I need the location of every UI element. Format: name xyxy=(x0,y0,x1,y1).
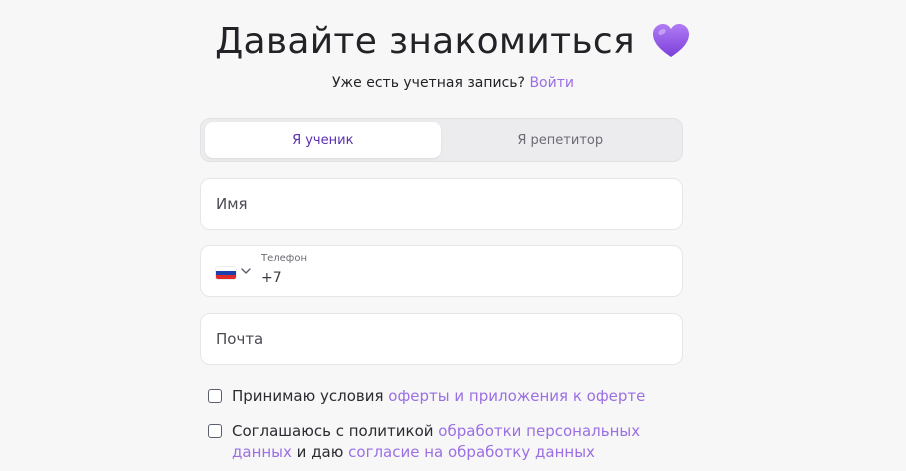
phone-label: Телефон xyxy=(261,253,308,264)
offer-agreement-text: Принимаю условия оферты и приложения к о… xyxy=(232,386,645,407)
data-consent-link[interactable]: согласие на обработку данных xyxy=(348,443,595,461)
privacy-checkbox[interactable] xyxy=(208,424,222,438)
offer-text: Принимаю условия xyxy=(232,387,389,405)
phone-input[interactable]: +7 xyxy=(261,270,282,286)
purple-heart-icon xyxy=(652,24,689,57)
role-tabs: Я ученик Я репетитор xyxy=(200,118,683,162)
privacy-agreement-text: Соглашаюсь с политикой обработки персона… xyxy=(232,421,678,463)
russia-flag-icon[interactable] xyxy=(216,267,236,279)
email-placeholder: Почта xyxy=(216,330,264,348)
offer-agreement-row: Принимаю условия оферты и приложения к о… xyxy=(208,386,645,407)
registration-page: Давайте знакомиться Уже есть учетная зап… xyxy=(0,0,906,471)
title-row: Давайте знакомиться xyxy=(0,16,906,68)
privacy-text: Соглашаюсь с политикой xyxy=(232,422,439,440)
login-prompt-row: Уже есть учетная запись? Войти xyxy=(0,75,906,91)
page-title: Давайте знакомиться xyxy=(215,21,635,62)
tab-tutor[interactable]: Я репетитор xyxy=(443,122,679,158)
phone-field[interactable]: Телефон +7 xyxy=(200,245,683,297)
name-field[interactable]: Имя xyxy=(200,178,683,230)
offer-checkbox[interactable] xyxy=(208,389,222,403)
tab-student[interactable]: Я ученик xyxy=(205,122,441,158)
name-placeholder: Имя xyxy=(216,195,248,213)
privacy-mid-text: и даю xyxy=(291,443,349,461)
offer-link[interactable]: оферты и приложения к оферте xyxy=(388,387,645,405)
email-field[interactable]: Почта xyxy=(200,313,683,365)
chevron-down-icon[interactable] xyxy=(240,265,252,277)
privacy-agreement-row: Соглашаюсь с политикой обработки персона… xyxy=(208,421,678,463)
login-link[interactable]: Войти xyxy=(529,75,574,91)
login-prompt-text: Уже есть учетная запись? xyxy=(332,75,525,91)
